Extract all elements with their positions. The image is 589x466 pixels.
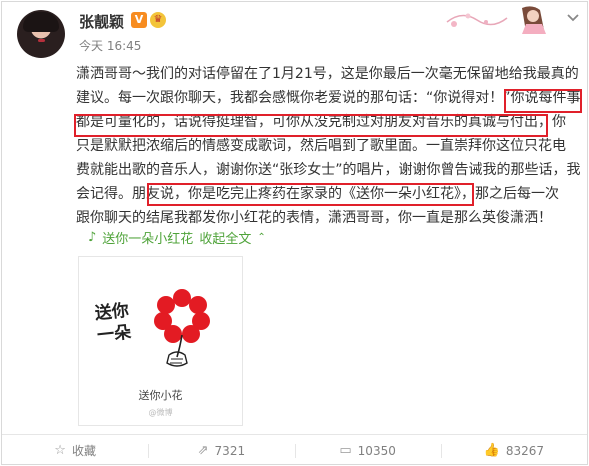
post-text-line: 费就能出歌的音乐人，谢谢你送“张珍女士”的唱片，谢谢你曾告诫我的那些话，我	[76, 162, 581, 178]
like-button[interactable]: 👍 83267	[440, 435, 587, 464]
image-handwriting: 送你一朵	[93, 300, 133, 346]
weibo-post-card: 张靓颖 V ♛ 今天 16:45 潇洒哥哥～我们的对话停留在了1月21号，这是你…	[1, 1, 588, 465]
repost-count: 7321	[214, 443, 246, 458]
avatar-lip	[38, 39, 45, 42]
post-links: ♪ 送你一朵小红花 收起全文 ⌃	[88, 228, 266, 247]
like-count: 83267	[505, 443, 545, 458]
image-watermark: @微博	[148, 408, 173, 417]
chevron-down-icon[interactable]	[566, 12, 580, 24]
collapse-link[interactable]: 收起全文	[199, 228, 251, 247]
highlight-box	[147, 183, 474, 206]
thumbs-up-icon: 👍	[483, 443, 500, 458]
caret-up-icon: ⌃	[257, 232, 266, 243]
highlight-box	[74, 114, 548, 137]
avatar-hair	[23, 12, 59, 32]
red-flower-icon	[154, 289, 210, 367]
music-icon: ♪	[88, 230, 97, 245]
music-link[interactable]: 送你一朵小红花	[102, 228, 193, 247]
post-image[interactable]: 送你一朵 送你小花 @微博	[78, 256, 243, 426]
comment-count: 10350	[357, 443, 396, 458]
action-toolbar: ☆ 收藏 ⇗ 7321 ▭ 10350 👍 83267	[2, 435, 587, 464]
favorite-label: 收藏	[71, 444, 96, 458]
crown-icon: ♛	[150, 12, 166, 28]
comment-icon: ▭	[339, 443, 352, 458]
repost-button[interactable]: ⇗ 7321	[148, 435, 294, 464]
repost-icon: ⇗	[197, 443, 209, 458]
star-icon: ☆	[54, 443, 66, 458]
avatar[interactable]	[17, 10, 65, 58]
post-time[interactable]: 今天 16:45	[79, 37, 141, 54]
image-caption: 送你小花	[138, 389, 183, 402]
user-name[interactable]: 张靓颖	[79, 11, 124, 32]
highlight-box	[504, 89, 582, 113]
card-decoration-illustration	[446, 6, 546, 34]
comment-button[interactable]: ▭ 10350	[294, 435, 441, 464]
post-text-line: 潇洒哥哥～我们的对话停留在了1月21号，这是你最后一次毫无保留地给我最真的	[76, 66, 579, 82]
post-text-line: 跟你聊天的结尾我都发你小红花的表情，潇洒哥哥，你一直是那么英俊潇洒！	[76, 210, 552, 226]
post-text-line: 只是默默把浓缩后的情感变成歌词，然后唱到了歌里面。一直崇拜你这位只花电	[76, 138, 566, 154]
favorite-button[interactable]: ☆ 收藏	[2, 435, 148, 464]
verified-icon: V	[131, 12, 147, 28]
